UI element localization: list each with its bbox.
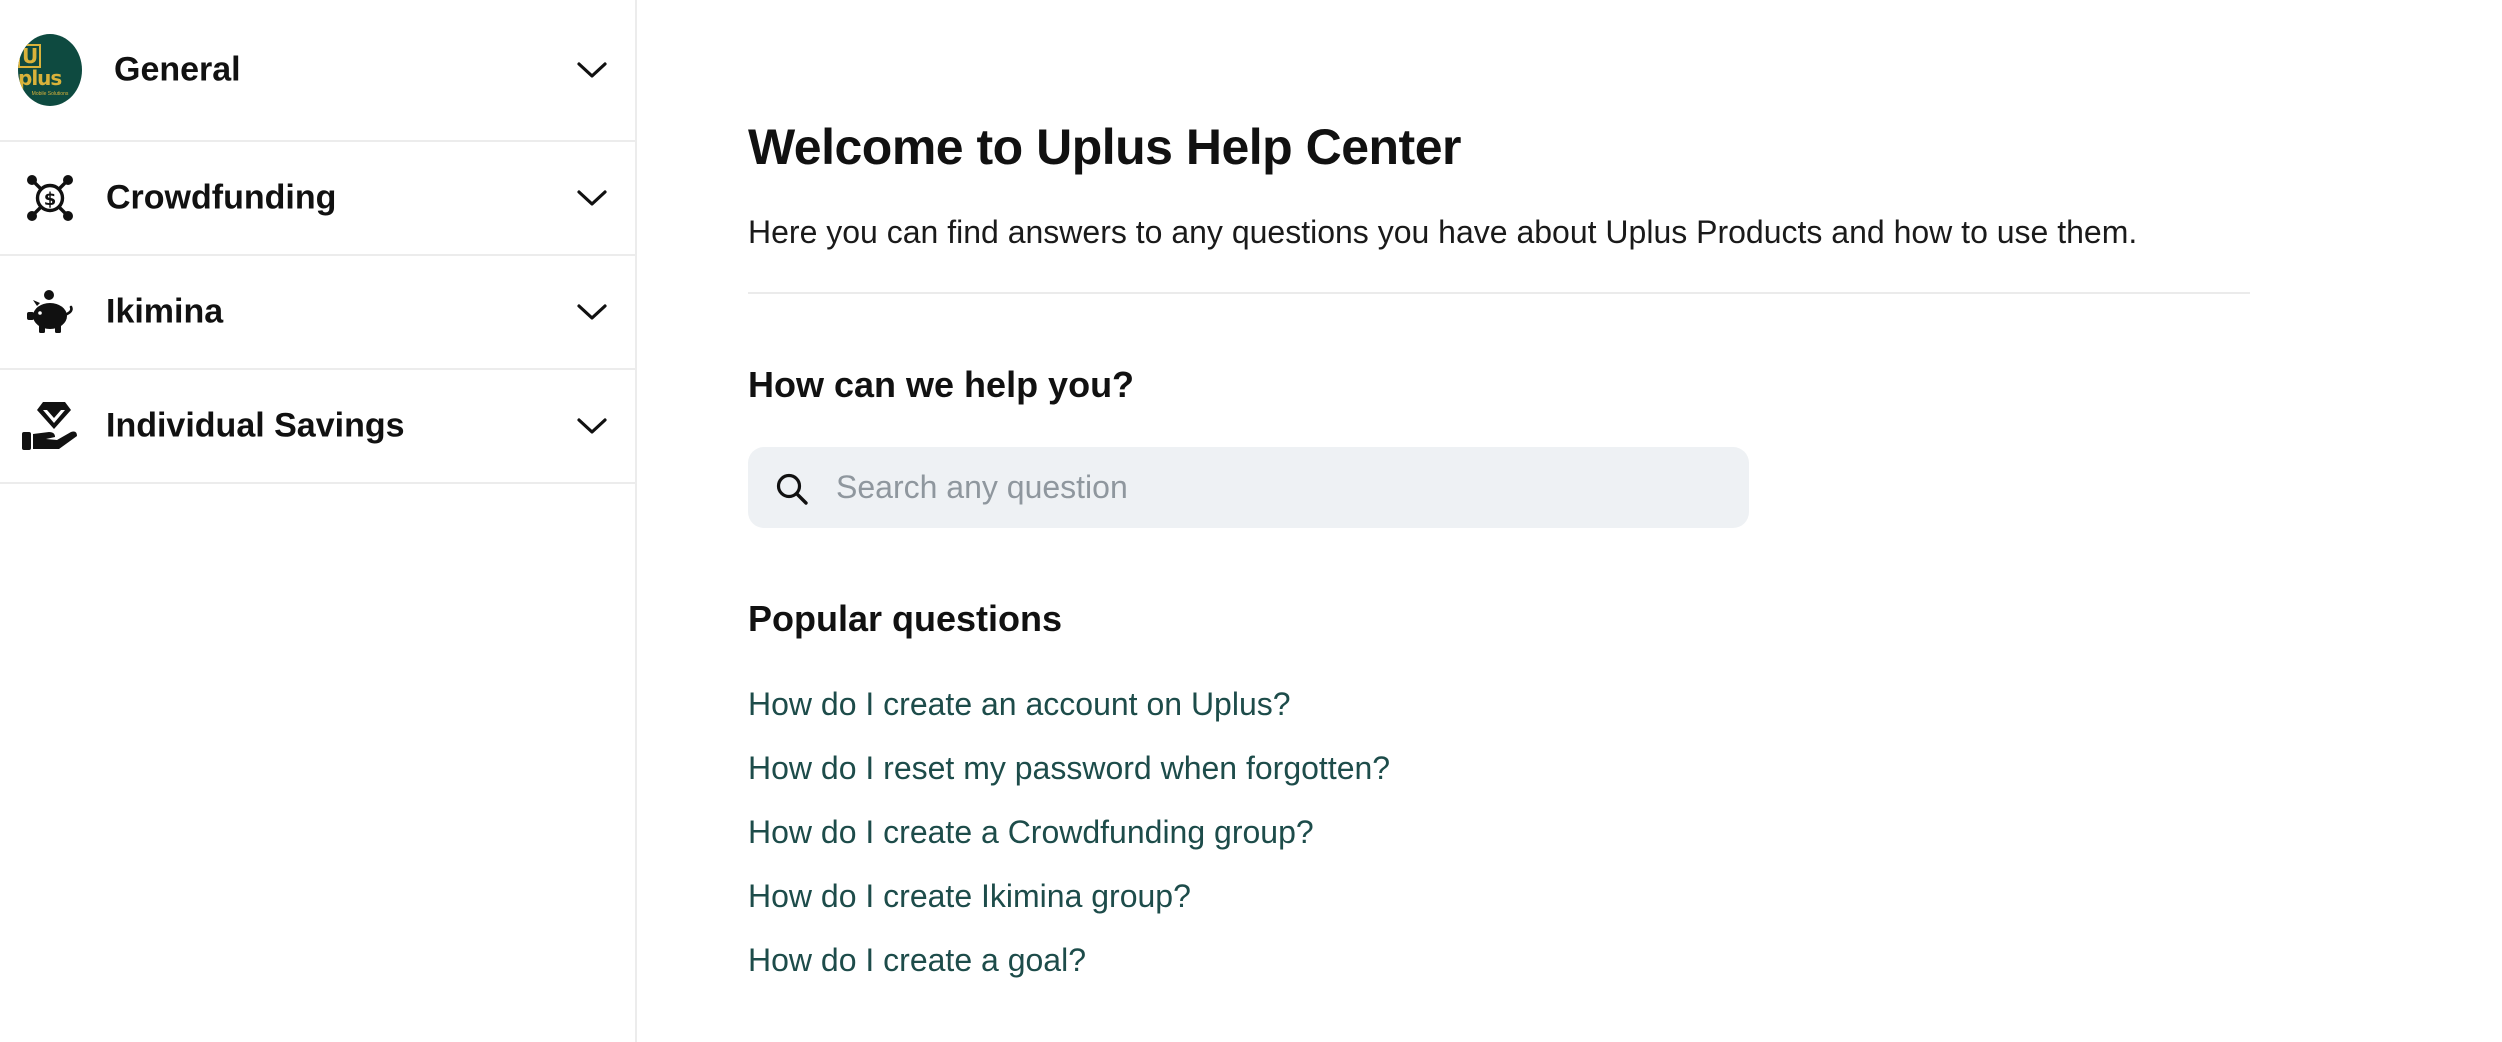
sidebar-item-general[interactable]: Uplus Mobile Solutions General [0,0,635,142]
hand-diamond-icon [18,394,82,458]
question-link-create-ikimina[interactable]: How do I create Ikimina group? [748,872,1390,936]
popular-questions-heading: Popular questions [748,598,1063,639]
logo-subtext: Mobile Solutions [31,90,69,97]
sidebar-item-label: Ikimina [106,292,224,331]
chevron-down-icon[interactable] [576,188,608,208]
help-heading: How can we help you? [748,364,1135,405]
chevron-down-icon[interactable] [576,416,608,436]
chevron-down-icon[interactable] [576,302,608,322]
sidebar-item-individual-savings[interactable]: Individual Savings [0,370,635,484]
logo-text-rest: plus [18,65,62,90]
intro-text: Here you can find answers to any questio… [748,214,2138,250]
sidebar-item-label: Individual Savings [106,406,405,445]
sidebar-item-label: Crowdfunding [106,178,337,217]
sidebar: Uplus Mobile Solutions General $ Crowdfu… [0,0,637,1042]
divider [748,292,2250,294]
logo-text-box: U [18,43,42,68]
sidebar-item-label: General [114,50,241,89]
question-link-create-account[interactable]: How do I create an account on Uplus? [748,680,1390,744]
search-input[interactable] [836,447,1716,528]
sidebar-item-crowdfunding[interactable]: $ Crowdfunding [0,142,635,256]
crowdfunding-icon: $ [18,166,82,230]
question-link-create-crowdfunding[interactable]: How do I create a Crowdfunding group? [748,808,1390,872]
svg-text:$: $ [44,189,57,210]
popular-questions-list: How do I create an account on Uplus? How… [748,680,1390,1000]
search-box[interactable] [748,447,1749,528]
uplus-logo: Uplus Mobile Solutions [18,34,82,106]
piggy-bank-icon [18,280,82,344]
question-link-reset-password[interactable]: How do I reset my password when forgotte… [748,744,1390,808]
page-title: Welcome to Uplus Help Center [748,119,1461,175]
question-link-create-goal[interactable]: How do I create a goal? [748,936,1390,1000]
search-icon [776,473,808,505]
chevron-down-icon[interactable] [576,60,608,80]
sidebar-item-ikimina[interactable]: Ikimina [0,256,635,370]
